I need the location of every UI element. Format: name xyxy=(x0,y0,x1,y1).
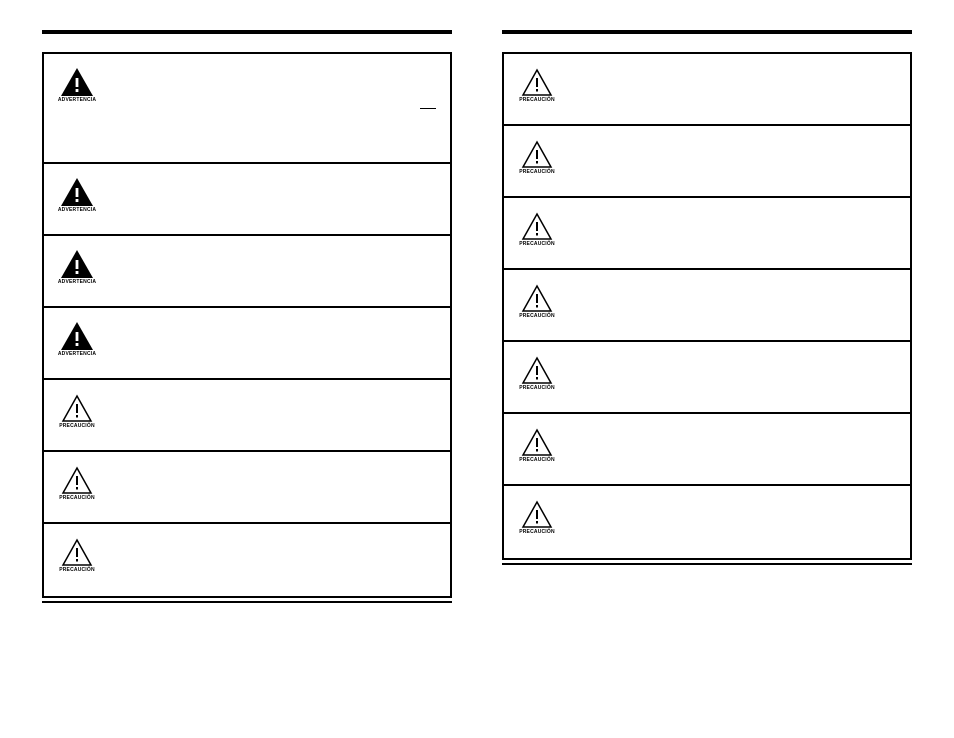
warning-table-left: ADVERTENCIA ADVERTENCIA xyxy=(42,52,452,598)
precaucion-icon: PRECAUCIÓN xyxy=(518,140,556,175)
precaucion-icon: PRECAUCIÓN xyxy=(58,538,96,573)
icon-caption: ADVERTENCIA xyxy=(58,351,96,357)
advertencia-icon: ADVERTENCIA xyxy=(58,322,96,357)
advertencia-icon: ADVERTENCIA xyxy=(58,68,96,103)
warning-row: ADVERTENCIA xyxy=(44,236,450,308)
top-rule xyxy=(502,30,912,34)
caution-row: PRECAUCIÓN xyxy=(504,54,910,126)
caution-row: PRECAUCIÓN xyxy=(44,452,450,524)
caution-row: PRECAUCIÓN xyxy=(44,524,450,596)
icon-caption: PRECAUCIÓN xyxy=(519,457,555,463)
icon-caption: PRECAUCIÓN xyxy=(59,567,95,573)
icon-caption: PRECAUCIÓN xyxy=(519,313,555,319)
precaucion-icon: PRECAUCIÓN xyxy=(518,284,556,319)
caution-row: PRECAUCIÓN xyxy=(504,486,910,558)
advertencia-icon: ADVERTENCIA xyxy=(58,250,96,285)
icon-caption: ADVERTENCIA xyxy=(58,279,96,285)
warning-row: ADVERTENCIA xyxy=(44,54,450,164)
icon-caption: PRECAUCIÓN xyxy=(59,495,95,501)
precaucion-icon: PRECAUCIÓN xyxy=(58,394,96,429)
warning-row: ADVERTENCIA xyxy=(44,308,450,380)
icon-caption: PRECAUCIÓN xyxy=(519,529,555,535)
icon-caption: PRECAUCIÓN xyxy=(59,423,95,429)
bottom-rule xyxy=(42,601,452,603)
icon-caption: PRECAUCIÓN xyxy=(519,241,555,247)
fraction-mark xyxy=(420,108,436,109)
warning-row: ADVERTENCIA xyxy=(44,164,450,236)
bottom-rule xyxy=(502,563,912,565)
precaucion-icon: PRECAUCIÓN xyxy=(518,68,556,103)
icon-caption: PRECAUCIÓN xyxy=(519,169,555,175)
caution-row: PRECAUCIÓN xyxy=(44,380,450,452)
top-rule xyxy=(42,30,452,34)
caution-row: PRECAUCIÓN xyxy=(504,414,910,486)
right-column: PRECAUCIÓN PRECAUCIÓN PRECAUCIÓN xyxy=(502,30,912,565)
warning-table-right: PRECAUCIÓN PRECAUCIÓN PRECAUCIÓN xyxy=(502,52,912,560)
left-column: ADVERTENCIA ADVERTENCIA xyxy=(42,30,452,603)
icon-caption: PRECAUCIÓN xyxy=(519,97,555,103)
icon-caption: ADVERTENCIA xyxy=(58,97,96,103)
icon-caption: PRECAUCIÓN xyxy=(519,385,555,391)
precaucion-icon: PRECAUCIÓN xyxy=(518,212,556,247)
caution-row: PRECAUCIÓN xyxy=(504,270,910,342)
precaucion-icon: PRECAUCIÓN xyxy=(58,466,96,501)
caution-row: PRECAUCIÓN xyxy=(504,342,910,414)
icon-caption: ADVERTENCIA xyxy=(58,207,96,213)
caution-row: PRECAUCIÓN xyxy=(504,198,910,270)
caution-row: PRECAUCIÓN xyxy=(504,126,910,198)
precaucion-icon: PRECAUCIÓN xyxy=(518,500,556,535)
precaucion-icon: PRECAUCIÓN xyxy=(518,428,556,463)
precaucion-icon: PRECAUCIÓN xyxy=(518,356,556,391)
advertencia-icon: ADVERTENCIA xyxy=(58,178,96,213)
